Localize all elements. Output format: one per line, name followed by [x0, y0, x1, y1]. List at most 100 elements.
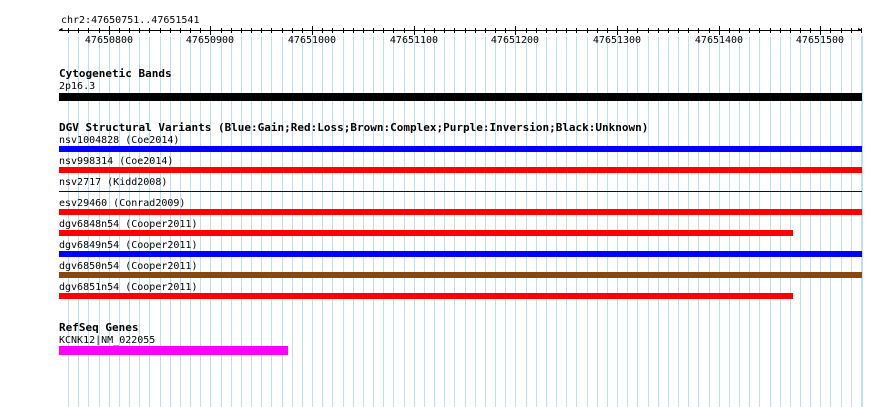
- grid-line: [851, 36, 852, 407]
- ruler-minor-tick: [465, 28, 466, 33]
- ruler-minor-tick: [282, 28, 283, 33]
- cytoband-bar[interactable]: [59, 93, 862, 101]
- ruler-minor-tick: [241, 28, 242, 33]
- ruler-minor-tick: [180, 28, 181, 33]
- dgv-variant-bar[interactable]: [59, 251, 862, 257]
- grid-line: [729, 36, 730, 407]
- ruler-minor-tick: [251, 28, 252, 33]
- grid-line: [343, 36, 344, 407]
- ruler-minor-tick: [139, 28, 140, 33]
- grid-line: [576, 36, 577, 407]
- ruler-minor-tick: [363, 28, 364, 33]
- grid-line: [393, 36, 394, 407]
- dgv-variant-bar[interactable]: [59, 209, 862, 215]
- ruler-minor-tick: [830, 28, 831, 33]
- grid-line: [820, 36, 821, 407]
- ruler-minor-tick: [129, 28, 130, 33]
- grid-line: [444, 36, 445, 407]
- grid-line: [505, 36, 506, 407]
- grid-line: [607, 36, 608, 407]
- ruler-minor-tick: [78, 28, 79, 33]
- ruler-minor-tick: [353, 28, 354, 33]
- grid-line: [546, 36, 547, 407]
- grid-line: [790, 36, 791, 407]
- dgv-variant-bar[interactable]: [59, 167, 862, 173]
- ruler-tick-label: 47651400: [694, 35, 744, 46]
- ruler-minor-tick: [698, 28, 699, 33]
- ruler-minor-tick: [322, 28, 323, 33]
- ruler-minor-tick: [404, 28, 405, 33]
- dgv-variant-bar[interactable]: [59, 190, 862, 192]
- dgv-variant-label: dgv6849n54 (Cooper2011): [59, 240, 198, 251]
- ruler-minor-tick: [648, 28, 649, 33]
- ruler-tick-label: 47651000: [287, 35, 337, 46]
- ruler-minor-tick: [393, 28, 394, 33]
- grid-line: [526, 36, 527, 407]
- ruler-minor-tick: [536, 28, 537, 33]
- ruler-minor-tick: [170, 28, 171, 33]
- ruler-minor-tick: [485, 28, 486, 33]
- ruler-major-tick: [210, 26, 211, 35]
- refseq-gene-label: KCNK12|NM_022055: [59, 335, 156, 346]
- grid-line: [515, 36, 516, 407]
- dgv-variant-bar[interactable]: [59, 272, 862, 278]
- ruler-minor-tick: [505, 28, 506, 33]
- region-label: chr2:47650751..47651541: [61, 15, 200, 26]
- cytoband-label: 2p16.3: [59, 81, 96, 92]
- refseq-track-title: RefSeq Genes: [59, 321, 139, 334]
- ruler-minor-tick: [434, 28, 435, 33]
- grid-line: [454, 36, 455, 407]
- ruler-major-tick: [515, 26, 516, 35]
- ruler-minor-tick: [678, 28, 679, 33]
- ruler-minor-tick: [373, 28, 374, 33]
- grid-line: [332, 36, 333, 407]
- dgv-variant-bar[interactable]: [59, 230, 793, 236]
- ruler-minor-tick: [190, 28, 191, 33]
- refseq-gene-bar[interactable]: [59, 346, 288, 355]
- ruler-minor-tick: [668, 28, 669, 33]
- grid-line: [719, 36, 720, 407]
- grid-line: [800, 36, 801, 407]
- ruler-minor-tick: [475, 28, 476, 33]
- grid-line: [739, 36, 740, 407]
- ruler-minor-tick: [332, 28, 333, 33]
- ruler-minor-tick: [709, 28, 710, 33]
- genome-browser-view: chr2:47650751..47651541 ◂ ▸ 476508004765…: [0, 0, 890, 407]
- ruler-minor-tick: [637, 28, 638, 33]
- dgv-variant-bar[interactable]: [59, 146, 862, 152]
- ruler-minor-tick: [495, 28, 496, 33]
- ruler-minor-tick: [424, 28, 425, 33]
- ruler-tick-label: 47651200: [490, 35, 540, 46]
- grid-line: [566, 36, 567, 407]
- grid-line: [637, 36, 638, 407]
- grid-line: [465, 36, 466, 407]
- grid-line: [648, 36, 649, 407]
- ruler-major-tick: [414, 26, 415, 35]
- ruler-minor-tick: [302, 28, 303, 33]
- ruler-minor-tick: [221, 28, 222, 33]
- grid-line: [414, 36, 415, 407]
- cytoband-track-title: Cytogenetic Bands: [59, 67, 172, 80]
- ruler-minor-tick: [861, 28, 862, 33]
- grid-line: [302, 36, 303, 407]
- grid-line: [780, 36, 781, 407]
- dgv-variant-bar[interactable]: [59, 293, 793, 299]
- grid-line: [678, 36, 679, 407]
- grid-line: [434, 36, 435, 407]
- dgv-track-title: DGV Structural Variants (Blue:Gain;Red:L…: [59, 121, 649, 134]
- ruler-minor-tick: [607, 28, 608, 33]
- ruler-minor-tick: [444, 28, 445, 33]
- ruler-minor-tick: [160, 28, 161, 33]
- grid-line: [770, 36, 771, 407]
- dgv-variant-label: dgv6850n54 (Cooper2011): [59, 261, 198, 272]
- grid-line: [475, 36, 476, 407]
- ruler-major-tick: [617, 26, 618, 35]
- ruler-tick-label: 47651300: [592, 35, 642, 46]
- ruler-minor-tick: [770, 28, 771, 33]
- ruler-minor-tick: [851, 28, 852, 33]
- ruler-minor-tick: [383, 28, 384, 33]
- dgv-variant-label: nsv1004828 (Coe2014): [59, 135, 180, 146]
- dgv-variant-label: nsv2717 (Kidd2008): [59, 177, 168, 188]
- grid-line: [485, 36, 486, 407]
- ruler-minor-tick: [271, 28, 272, 33]
